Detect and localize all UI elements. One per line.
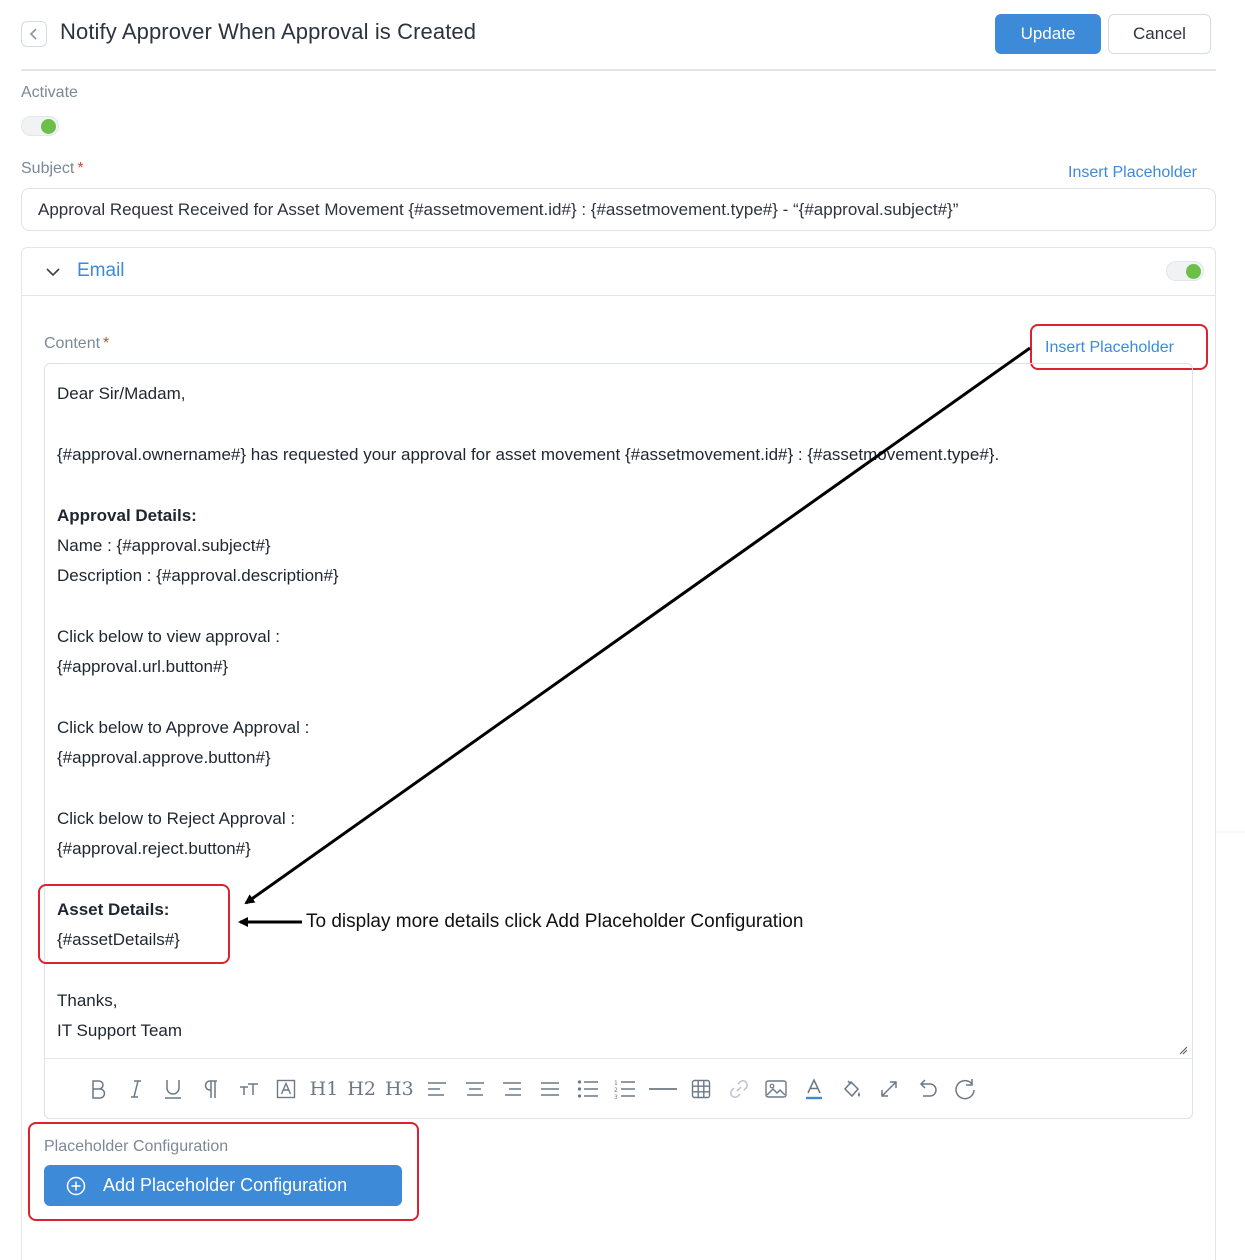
font-color-icon[interactable] xyxy=(795,1074,833,1104)
horizontal-rule-icon[interactable] xyxy=(644,1074,682,1104)
cancel-button[interactable]: Cancel xyxy=(1108,14,1211,54)
view-approval-placeholder: {#approval.url.button#} xyxy=(57,657,229,676)
signature-line: IT Support Team xyxy=(57,1021,183,1040)
bullet-list-icon[interactable] xyxy=(569,1074,607,1104)
heading-2-icon[interactable]: H2 xyxy=(343,1074,381,1104)
font-size-icon[interactable] xyxy=(230,1074,268,1104)
thanks-line: Thanks, xyxy=(57,991,118,1010)
heading-3-icon[interactable]: H3 xyxy=(381,1074,419,1104)
approval-details-heading: Approval Details: xyxy=(57,506,197,525)
bold-icon[interactable] xyxy=(79,1074,117,1104)
required-mark: * xyxy=(103,335,110,352)
view-approval-label: Click below to view approval : xyxy=(57,627,280,646)
update-button[interactable]: Update xyxy=(995,14,1101,54)
email-panel-header[interactable]: Email xyxy=(22,248,1215,296)
chevron-down-icon[interactable] xyxy=(45,262,61,282)
paragraph-icon[interactable] xyxy=(192,1074,230,1104)
page-title: Notify Approver When Approval is Created xyxy=(60,19,477,44)
svg-text:3: 3 xyxy=(614,1094,618,1099)
plus-circle-icon xyxy=(66,1176,86,1195)
editor-toolbar: H1 H2 H3 123 xyxy=(79,1073,984,1105)
subject-label-text: Subject xyxy=(21,160,75,177)
svg-text:1: 1 xyxy=(614,1080,618,1087)
content-label: Content * xyxy=(44,335,109,353)
svg-text:2: 2 xyxy=(614,1087,618,1094)
table-icon[interactable] xyxy=(682,1074,720,1104)
activate-label: Activate xyxy=(21,84,78,101)
undo-icon[interactable] xyxy=(908,1074,946,1104)
chevron-left-icon xyxy=(29,28,37,40)
placeholder-config-label: Placeholder Configuration xyxy=(44,1138,229,1155)
fill-color-icon[interactable] xyxy=(833,1074,871,1104)
toggle-knob xyxy=(1186,264,1201,279)
greeting-line: Dear Sir/Madam, xyxy=(57,384,186,403)
reject-placeholder: {#approval.reject.button#} xyxy=(57,839,251,858)
fullscreen-icon[interactable] xyxy=(870,1074,908,1104)
back-button[interactable] xyxy=(21,21,47,47)
content-label-text: Content xyxy=(44,335,101,352)
align-center-icon[interactable] xyxy=(456,1074,494,1104)
text-box-icon[interactable] xyxy=(267,1074,305,1104)
content-editor[interactable]: Dear Sir/Madam, {#approval.ownername#} h… xyxy=(44,363,1193,1119)
underline-icon[interactable] xyxy=(154,1074,192,1104)
align-right-icon[interactable] xyxy=(494,1074,532,1104)
resize-handle-icon[interactable] xyxy=(1178,1045,1188,1055)
required-mark: * xyxy=(77,160,84,177)
approve-label: Click below to Approve Approval : xyxy=(57,718,310,737)
content-insert-placeholder-link[interactable]: Insert Placeholder xyxy=(1045,339,1174,357)
link-icon[interactable] xyxy=(720,1074,758,1104)
toggle-knob xyxy=(41,119,56,134)
reject-label: Click below to Reject Approval : xyxy=(57,809,296,828)
annotation-text: To display more details click Add Placeh… xyxy=(306,911,804,932)
activate-toggle[interactable] xyxy=(21,116,59,136)
subject-input[interactable]: Approval Request Received for Asset Move… xyxy=(21,188,1216,231)
numbered-list-icon[interactable]: 123 xyxy=(607,1074,645,1104)
subject-label: Subject * xyxy=(21,160,84,178)
image-icon[interactable] xyxy=(757,1074,795,1104)
asset-details-highlight xyxy=(38,884,230,964)
align-left-icon[interactable] xyxy=(418,1074,456,1104)
heading-1-icon[interactable]: H1 xyxy=(305,1074,343,1104)
approve-placeholder: {#approval.approve.button#} xyxy=(57,748,271,767)
add-placeholder-configuration-label: Add Placeholder Configuration xyxy=(103,1175,348,1195)
redo-icon[interactable] xyxy=(946,1074,984,1104)
italic-icon[interactable] xyxy=(117,1074,155,1104)
subject-insert-placeholder-link[interactable]: Insert Placeholder xyxy=(1068,164,1197,182)
name-line: Name : {#approval.subject#} xyxy=(57,536,271,555)
description-line: Description : {#approval.description#} xyxy=(57,566,339,585)
intro-line: {#approval.ownername#} has requested you… xyxy=(57,445,1000,464)
add-placeholder-configuration-button[interactable]: Add Placeholder Configuration xyxy=(44,1165,402,1206)
email-section-title: Email xyxy=(77,260,125,281)
header-divider xyxy=(21,69,1216,71)
page-header: Notify Approver When Approval is Created… xyxy=(0,0,1245,71)
align-justify-icon[interactable] xyxy=(531,1074,569,1104)
email-toggle[interactable] xyxy=(1166,261,1204,281)
